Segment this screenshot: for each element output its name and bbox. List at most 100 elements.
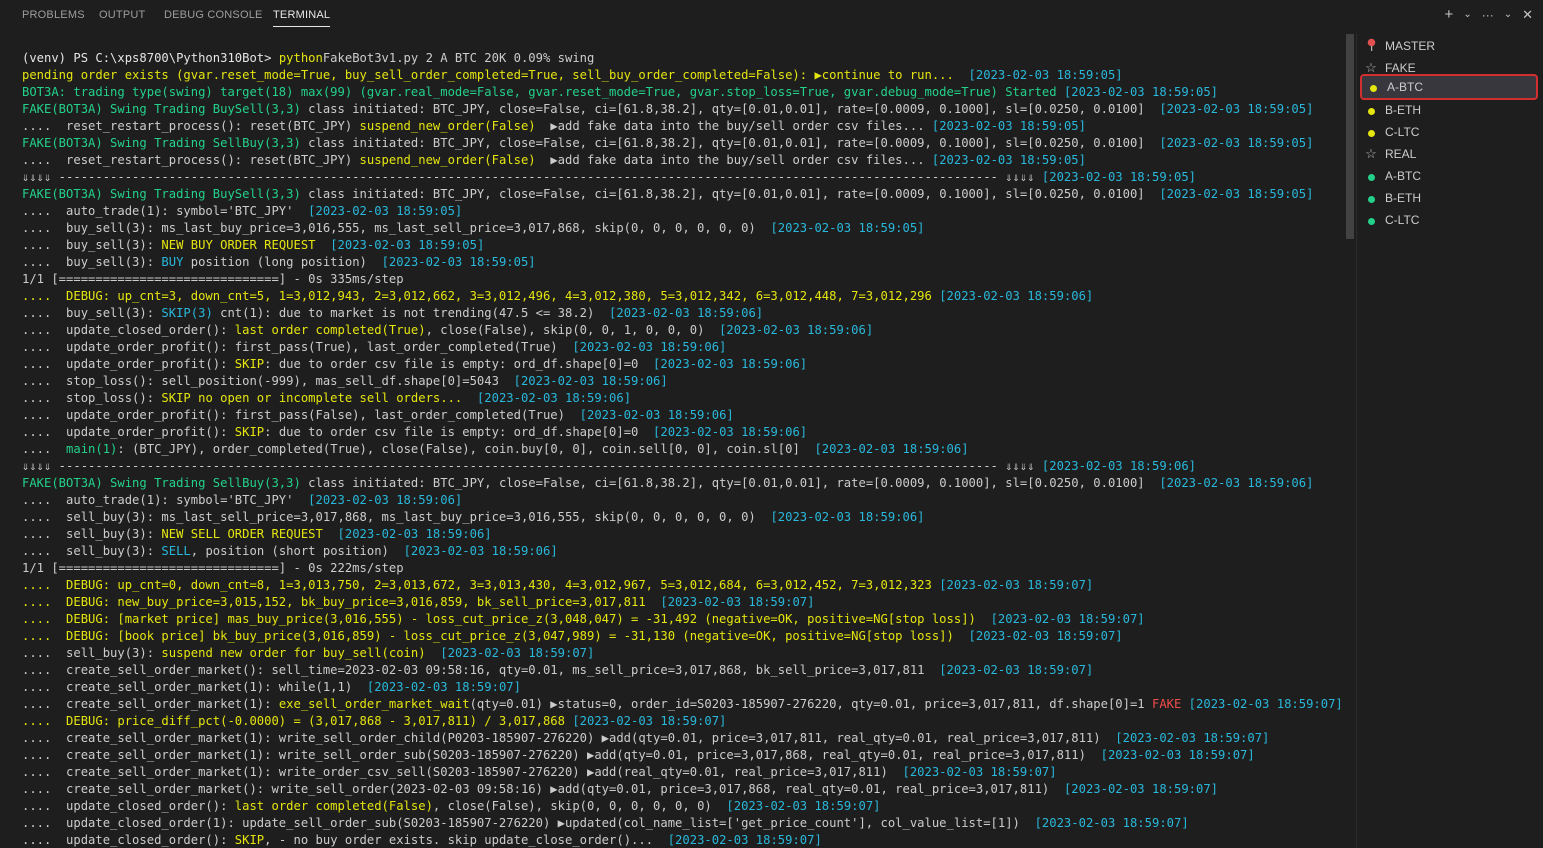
terminal-segment: [2023-02-03 18:59:05] — [931, 119, 1086, 133]
terminal-segment: .... create_sell_order_market(): sell_ti… — [22, 663, 940, 677]
terminal-segment: .... sell_buy(3): ms_last_sell_price=3,0… — [22, 510, 771, 524]
terminal-segment: 1/1 [==============================] - 0… — [22, 561, 404, 575]
terminal-segment: .... DEBUG: up_cnt=0, down_cnt=8, 1=3,01… — [22, 578, 940, 592]
terminal-segment: .... reset_restart_process(): reset(BTC_… — [22, 119, 360, 133]
close-panel-icon[interactable]: ✕ — [1518, 4, 1537, 26]
terminal-segment: [2023-02-03 18:59:07] — [440, 646, 595, 660]
terminal-segment: class initiated: BTC_JPY, close=False, c… — [308, 476, 1160, 490]
terminal-item-real[interactable]: ☆ REAL — [1363, 144, 1538, 164]
terminal-segment: .... update_closed_order(): — [22, 799, 235, 813]
terminal-line: .... DEBUG: up_cnt=0, down_cnt=8, 1=3,01… — [22, 577, 1343, 594]
terminal-segment: , position (short position) — [190, 544, 404, 558]
terminal-segment: .... update_order_profit(): — [22, 357, 235, 371]
terminal-segment: [2023-02-03 18:59:06] — [308, 493, 463, 507]
terminal-segment: [2023-02-03 18:59:05] — [1041, 170, 1197, 184]
tab-output[interactable]: OUTPUT — [99, 9, 145, 21]
terminal-segment: FakeBot3v1.py 2 A BTC 20K 0.09% swing — [322, 51, 595, 65]
more-actions-icon[interactable]: ··· — [1478, 4, 1498, 26]
terminal-segment: [2023-02-03 18:59:05] — [770, 221, 925, 235]
terminal-segment: .... update_order_profit(): first_pass(T… — [22, 340, 573, 354]
dot-icon — [1363, 213, 1379, 228]
terminal-segment: [2023-02-03 18:59:05] — [1063, 85, 1219, 99]
terminal-segment: position (long position) — [183, 255, 382, 269]
terminal-line: .... DEBUG: price_diff_pct(-0.0000) = (3… — [22, 713, 1343, 730]
chevron-down-icon[interactable]: ⌄ — [1461, 4, 1473, 26]
dot-icon — [1363, 103, 1379, 118]
terminal-line: .... DEBUG: up_cnt=3, down_cnt=5, 1=3,01… — [22, 288, 1343, 305]
terminal-output[interactable]: (venv) PS C:\xps8700\Python310Bot> pytho… — [0, 34, 1343, 848]
terminal-segment: [2023-02-03 18:59:05] — [308, 204, 463, 218]
terminal-segment: BOT3A: trading type(swing) target(18) ma… — [22, 85, 1064, 99]
terminal-line: .... update_closed_order(): last order c… — [22, 798, 1343, 815]
scrollbar-thumb[interactable] — [1346, 34, 1354, 239]
terminal-line: .... auto_trade(1): symbol='BTC_JPY' [20… — [22, 492, 1343, 509]
terminal-segment: SKIP — [234, 425, 265, 439]
terminal-segment: FAKE(BOT3A) Swing Trading BuySell(3,3) — [22, 102, 309, 116]
terminal-item-label: B-ETH — [1385, 191, 1421, 205]
terminal-segment: , - no buy order exists. skip update_clo… — [264, 833, 668, 847]
terminal-line: .... update_order_profit(): first_pass(F… — [22, 407, 1343, 424]
dot-icon — [1365, 80, 1381, 95]
terminal-line: .... update_closed_order(1): update_sell… — [22, 815, 1343, 832]
terminal-segment: [2023-02-03 18:59:07] — [667, 833, 822, 847]
star-icon: ☆ — [1365, 146, 1377, 161]
panel-actions: + ⌄ ··· ⌄ ✕ — [1441, 4, 1537, 26]
terminal-line: .... DEBUG: new_buy_price=3,015,152, bk_… — [22, 594, 1343, 611]
terminal-segment: [2023-02-03 18:59:05] — [330, 238, 485, 252]
terminal-item-real-c-ltc[interactable]: C-LTC — [1363, 210, 1538, 230]
tab-terminal[interactable]: TERMINAL — [273, 9, 331, 27]
terminal-line: pending order exists (gvar.reset_mode=Tr… — [22, 67, 1343, 84]
terminal-line: FAKE(BOT3A) Swing Trading BuySell(3,3) c… — [22, 186, 1343, 203]
terminal-segment: , close(False), skip(0, 0, 0, 0, 0, 0) — [432, 799, 727, 813]
terminal-item-master[interactable]: MASTER — [1363, 36, 1538, 56]
terminal-line: FAKE(BOT3A) Swing Trading SellBuy(3,3) c… — [22, 475, 1343, 492]
terminal-segment: FAKE(BOT3A) Swing Trading SellBuy(3,3) — [22, 136, 309, 150]
terminal-segment: .... auto_trade(1): symbol='BTC_JPY' — [22, 204, 309, 218]
terminal-item-fake-b-eth[interactable]: B-ETH — [1363, 100, 1538, 120]
terminal-line: .... update_closed_order(): last order c… — [22, 322, 1343, 339]
terminal-segment: [2023-02-03 18:59:06] — [770, 510, 925, 524]
terminal-item-label: A-BTC — [1385, 169, 1421, 183]
terminal-line: .... update_closed_order(): SKIP, - no b… — [22, 832, 1343, 848]
terminal-segment: .... DEBUG: price_diff_pct(-0.0000) = (3… — [22, 714, 573, 728]
terminal-line: .... create_sell_order_market(1): while(… — [22, 679, 1343, 696]
terminal-line: BOT3A: trading type(swing) target(18) ma… — [22, 84, 1343, 101]
terminal-segment: .... sell_buy(3): — [22, 646, 162, 660]
terminal-segment: .... buy_sell(3): ms_last_buy_price=3,01… — [22, 221, 771, 235]
terminal-item-real-a-btc[interactable]: A-BTC — [1363, 166, 1538, 186]
terminal-segment: [2023-02-03 18:59:06] — [1159, 476, 1314, 490]
terminal-line: .... update_order_profit(): first_pass(T… — [22, 339, 1343, 356]
terminal-line: .... buy_sell(3): SKIP(3) cnt(1): due to… — [22, 305, 1343, 322]
terminal-segment: ⇓⇓⇓⇓ -----------------------------------… — [22, 459, 1042, 473]
terminal-segment: .... update_order_profit(): — [22, 425, 235, 439]
terminal-segment: [2023-02-03 18:59:07] — [1115, 731, 1270, 745]
terminal-segment: NEW SELL ORDER REQUEST — [161, 527, 323, 541]
terminal-segment: last order completed(True) — [234, 323, 426, 337]
terminal-segment: .... update_order_profit(): first_pass(F… — [22, 408, 580, 422]
terminal-item-fake-a-btc[interactable]: A-BTC — [1360, 74, 1538, 100]
terminal-segment — [462, 391, 477, 405]
terminal-segment: suspend new order for buy_sell(coin) — [161, 646, 426, 660]
terminal-segment: main(1) — [66, 442, 118, 456]
terminal-line: 1/1 [==============================] - 0… — [22, 560, 1343, 577]
terminal-segment: ⇓⇓⇓⇓ -----------------------------------… — [22, 170, 1042, 184]
terminal-item-real-b-eth[interactable]: B-ETH — [1363, 188, 1538, 208]
terminal-line: .... auto_trade(1): symbol='BTC_JPY' [20… — [22, 203, 1343, 220]
terminal-segment: suspend_new_order(False) — [359, 153, 536, 167]
tab-problems[interactable]: PROBLEMS — [22, 9, 85, 21]
add-terminal-icon[interactable]: + — [1441, 4, 1458, 26]
terminal-segment: [2023-02-03 18:59:07] — [572, 714, 727, 728]
terminal-segment: (qty=0.01) ▶status=0, order_id=S0203-185… — [469, 697, 1152, 711]
collapse-panel-icon[interactable]: ⌄ — [1502, 4, 1514, 26]
terminal-segment: [2023-02-03 18:59:05] — [1159, 187, 1314, 201]
terminal-segment — [426, 646, 441, 660]
terminal-segment: [2023-02-03 18:59:07] — [1034, 816, 1189, 830]
terminal-segment: SELL — [161, 544, 191, 558]
terminal-item-label: A-BTC — [1387, 80, 1423, 94]
terminal-segment: NEW BUY ORDER REQUEST — [161, 238, 316, 252]
terminal-segment: .... create_sell_order_market(1): write_… — [22, 731, 1116, 745]
terminal-item-label: MASTER — [1385, 39, 1436, 53]
tab-debug-console[interactable]: DEBUG CONSOLE — [164, 9, 263, 21]
terminal-segment: [2023-02-03 18:59:07] — [902, 765, 1057, 779]
terminal-item-fake-c-ltc[interactable]: C-LTC — [1363, 122, 1538, 142]
